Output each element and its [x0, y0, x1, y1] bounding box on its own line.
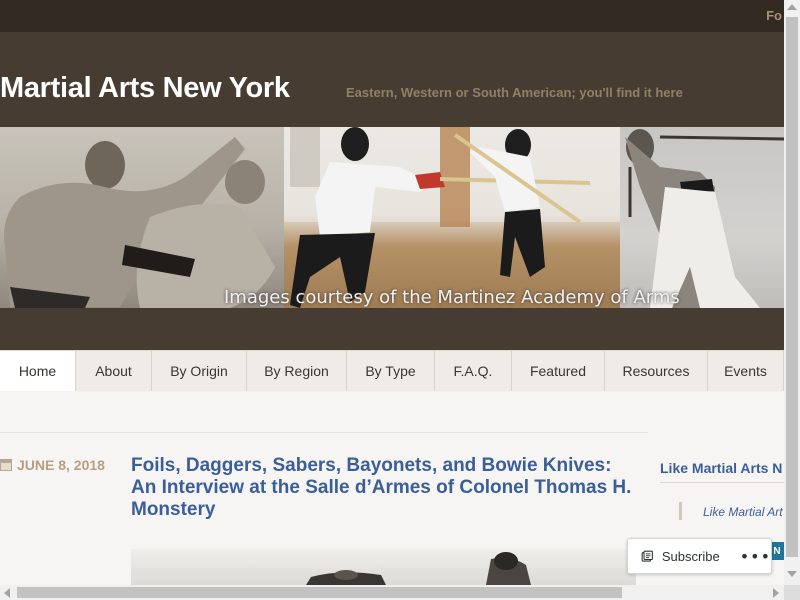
post-date-text: JUNE 8, 2018 — [17, 457, 105, 473]
horizontal-scrollbar[interactable] — [0, 585, 784, 600]
site-tagline: Eastern, Western or South American; you'… — [346, 85, 683, 100]
scroll-down-icon[interactable] — [787, 571, 797, 577]
scroll-left-icon[interactable] — [4, 588, 10, 598]
sidebar-badge[interactable]: N — [770, 542, 784, 560]
horizontal-scroll-thumb[interactable] — [17, 587, 622, 598]
header-banner-image: Images courtesy of the Martinez Academy … — [0, 127, 784, 308]
nav-item-featured[interactable]: Featured — [512, 351, 605, 391]
nav-item-events[interactable]: Events — [708, 351, 784, 391]
main-navigation: Home About By Origin By Region By Type F… — [0, 350, 784, 391]
post-image-figures — [306, 552, 531, 585]
nav-item-about[interactable]: About — [76, 351, 152, 391]
sidebar-widget-title[interactable]: Like Martial Arts N — [660, 460, 784, 476]
post-featured-image[interactable] — [131, 549, 636, 585]
post-title[interactable]: Foils, Daggers, Sabers, Bayonets, and Bo… — [131, 455, 641, 521]
calendar-icon — [0, 459, 12, 471]
site-header: Martial Arts New York Eastern, Western o… — [0, 32, 784, 350]
post-date[interactable]: JUNE 8, 2018 — [0, 457, 105, 473]
top-bar: Fo — [0, 0, 784, 32]
site-title[interactable]: Martial Arts New York — [0, 72, 290, 105]
sidebar-quote-bar — [679, 502, 682, 520]
nav-item-resources[interactable]: Resources — [605, 351, 708, 391]
nav-item-faq[interactable]: F.A.Q. — [435, 351, 512, 391]
vertical-scrollbar[interactable] — [784, 0, 800, 585]
sidebar-widget-link[interactable]: Like Martial Art — [703, 505, 784, 519]
content-divider — [0, 432, 648, 433]
banner-caption: Images courtesy of the Martinez Academy … — [224, 287, 680, 308]
nav-item-by-origin[interactable]: By Origin — [152, 351, 247, 391]
more-options-icon[interactable]: ••• — [740, 547, 771, 566]
nav-item-by-region[interactable]: By Region — [247, 351, 347, 391]
nav-item-by-type[interactable]: By Type — [347, 351, 435, 391]
scroll-right-icon[interactable] — [773, 588, 779, 598]
subscribe-reader-icon — [641, 550, 653, 562]
scroll-up-icon[interactable] — [787, 4, 797, 10]
banner-figures — [4, 127, 784, 308]
nav-item-home[interactable]: Home — [0, 351, 76, 391]
follow-button[interactable]: Fo — [766, 8, 782, 23]
subscribe-widget[interactable]: Subscribe ••• — [627, 538, 772, 574]
sidebar-widget-divider — [660, 482, 784, 483]
vertical-scroll-thumb[interactable] — [786, 17, 798, 557]
subscribe-button[interactable]: Subscribe — [662, 549, 720, 564]
scrollbar-corner — [784, 585, 800, 600]
